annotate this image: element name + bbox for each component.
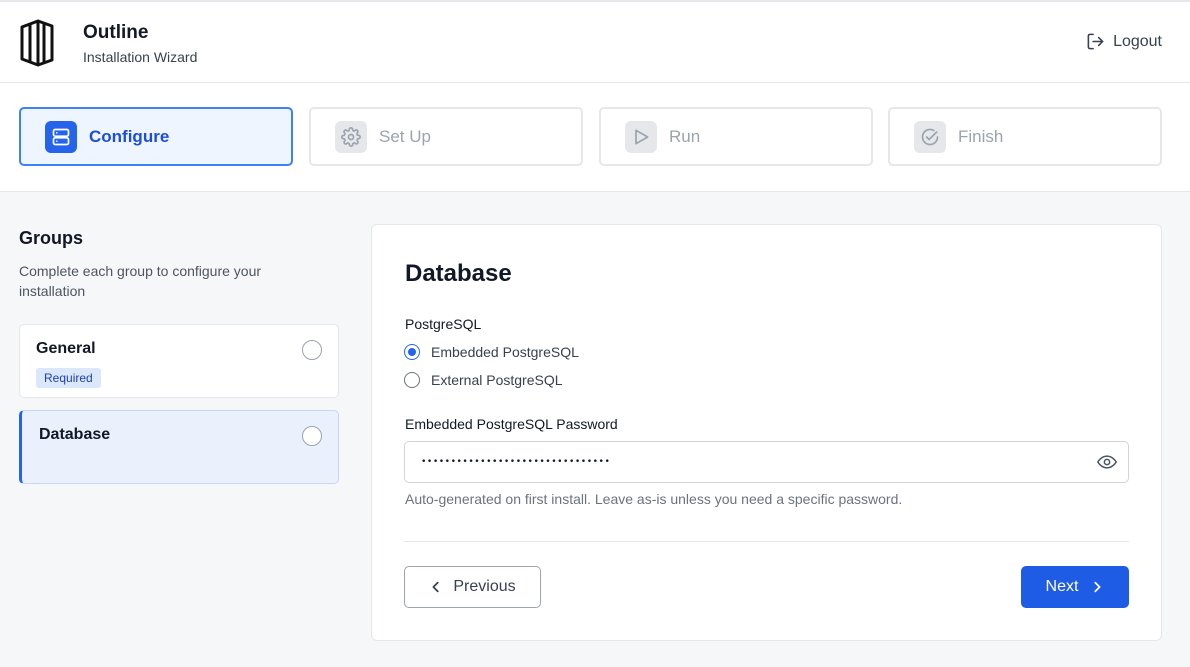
step-finish[interactable]: Finish — [888, 107, 1162, 166]
step-label: Set Up — [379, 126, 431, 146]
app-header: Outline Installation Wizard Logout — [0, 0, 1190, 83]
radio-external-postgres[interactable]: External PostgreSQL — [404, 372, 563, 388]
divider — [404, 541, 1129, 542]
play-icon — [635, 129, 649, 144]
previous-button[interactable]: Previous — [404, 566, 541, 608]
server-icon — [52, 128, 70, 145]
step-run[interactable]: Run — [599, 107, 873, 166]
database-config-panel: Database PostgreSQL Embedded PostgreSQL … — [371, 224, 1162, 641]
logout-label: Logout — [1113, 32, 1162, 50]
app-subtitle: Installation Wizard — [83, 49, 198, 65]
wizard-steps: Configure Set Up Run Finish — [0, 83, 1190, 192]
group-database[interactable]: Database — [19, 410, 339, 484]
app-title: Outline — [83, 22, 149, 43]
check-circle-icon — [921, 128, 939, 145]
next-label: Next — [1045, 578, 1079, 595]
step-label: Finish — [958, 126, 1004, 146]
group-status-indicator — [302, 340, 322, 360]
group-status-indicator — [302, 426, 322, 446]
radio-embedded-postgres[interactable]: Embedded PostgreSQL — [404, 344, 579, 360]
eye-icon[interactable] — [1097, 454, 1117, 470]
step-label: Configure — [89, 126, 170, 146]
password-field[interactable] — [404, 441, 1129, 483]
step-configure[interactable]: Configure — [19, 107, 293, 166]
required-badge: Required — [36, 368, 101, 388]
groups-description: Complete each group to configure your in… — [19, 263, 262, 299]
groups-title: Groups — [19, 228, 84, 248]
previous-label: Previous — [453, 578, 516, 595]
panel-title: Database — [405, 260, 512, 287]
next-button[interactable]: Next — [1021, 566, 1129, 608]
postgres-label: PostgreSQL — [405, 316, 482, 332]
group-name: General — [36, 340, 96, 357]
chevron-left-icon — [432, 581, 439, 593]
outline-logo-icon — [20, 19, 54, 67]
group-general[interactable]: General Required — [19, 324, 339, 398]
password-help-text: Auto-generated on first install. Leave a… — [405, 491, 903, 507]
step-set-up[interactable]: Set Up — [309, 107, 583, 166]
radio-label: Embedded PostgreSQL — [431, 344, 579, 360]
gear-icon — [341, 126, 361, 147]
logout-icon — [1087, 33, 1104, 50]
group-name: Database — [39, 426, 111, 443]
chevron-right-icon — [1094, 581, 1101, 593]
logout-button[interactable]: Logout — [1086, 32, 1162, 51]
password-label: Embedded PostgreSQL Password — [405, 416, 618, 432]
radio-button-checked[interactable] — [404, 344, 420, 360]
step-label: Run — [669, 126, 701, 146]
radio-button[interactable] — [404, 372, 420, 388]
radio-label: External PostgreSQL — [431, 372, 563, 388]
